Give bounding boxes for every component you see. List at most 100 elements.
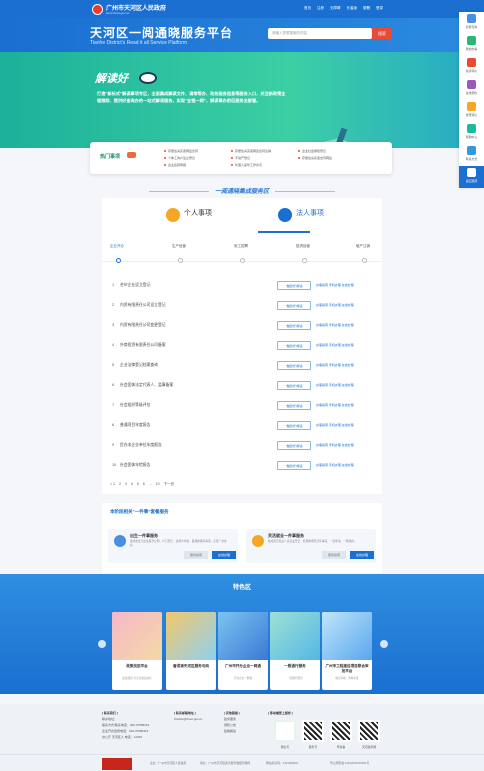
interpret-button[interactable]: “做起式”解读 xyxy=(277,321,311,330)
hot-item[interactable]: 企业社会保险登记 xyxy=(298,149,359,153)
table-row[interactable]: 8 普通项目年度报告 “做起式”解读 办事指南 手机办理 在线办理 xyxy=(110,420,376,432)
hot-item[interactable]: 存量住房买卖网签合同 xyxy=(164,149,225,153)
carousel-prev-icon[interactable] xyxy=(98,640,106,648)
interpret-button[interactable]: “做起式”解读 xyxy=(277,301,311,310)
table-row[interactable]: 1 合伙企业设立登记 “做起式”解读 办事指南 手机办理 在线办理 xyxy=(110,280,376,292)
table-row[interactable]: 6 社会团体法定代表人、监事备案 “做起式”解读 办事指南 手机办理 在线办理 xyxy=(110,380,376,392)
row-name[interactable]: 普通项目年度报告 xyxy=(120,423,150,428)
search-button[interactable]: 搜索 xyxy=(372,28,392,39)
hot-item[interactable]: 不动产登记 xyxy=(231,156,292,160)
table-row[interactable]: 7 社会组织等级评估 “做起式”解读 办事指南 手机办理 在线办理 xyxy=(110,400,376,412)
link-elder[interactable]: 长者版 xyxy=(347,6,358,11)
page-link[interactable]: 10 xyxy=(156,482,160,487)
row-actions[interactable]: 办事指南 手机办理 在线办理 xyxy=(316,343,354,347)
page-ellipsis: ... xyxy=(148,482,152,486)
page-link[interactable]: 5 xyxy=(137,482,139,487)
hot-label: 热门事项 xyxy=(100,154,121,160)
page-link[interactable]: 3 xyxy=(125,482,127,487)
table-row[interactable]: 5 企业法律登记档案查询 “做起式”解读 办事指南 手机办理 在线办理 xyxy=(110,360,376,372)
feature-card[interactable]: 广州市工程建设项目联合审批平台 联合审批、并联审批 xyxy=(322,612,372,690)
table-row[interactable]: 9 民办非企业单位年度报告 “做起式”解读 办事指南 手机办理 在线办理 xyxy=(110,440,376,452)
qr-label: 粤省事 xyxy=(336,745,346,749)
page-link[interactable]: 2 xyxy=(119,482,121,487)
tab-personal[interactable]: 个人事项 xyxy=(184,208,212,218)
page-prev[interactable]: < 1 xyxy=(110,482,115,487)
interpret-button[interactable]: “做起式”解读 xyxy=(277,461,311,470)
row-actions[interactable]: 办事指南 手机办理 在线办理 xyxy=(316,423,354,427)
interpret-button[interactable]: “做起式”解读 xyxy=(277,281,311,290)
row-actions[interactable]: 办事指南 手机办理 在线办理 xyxy=(316,323,354,327)
sidebar-item[interactable]: 效果评价 xyxy=(459,100,484,122)
banner-badge: 解读好 xyxy=(95,73,128,85)
sidebar-item[interactable]: 在线预约 xyxy=(459,78,484,100)
step-hiring[interactable]: 用工招聘 xyxy=(234,244,248,249)
hot-item[interactable]: 存量住房买卖网签合同注销 xyxy=(231,149,292,153)
gov-error-badge-icon[interactable] xyxy=(102,758,132,770)
feature-card[interactable]: 政策找您平台 政策找您-为企业解读扶持 xyxy=(112,612,162,690)
footer-link[interactable]: 政策解读 xyxy=(224,728,240,734)
page-link[interactable]: 4 xyxy=(131,482,133,487)
card-desc: 集成灵活就业人员就业登记、社保参保登记等事项，一表申请，一网通办。 xyxy=(268,540,357,543)
guide-button[interactable]: 服务指南 xyxy=(322,551,346,559)
apply-online-button[interactable]: 在线办理 xyxy=(212,551,236,559)
table-row[interactable]: 4 外商投资有限责任公司备案 “做起式”解读 办事指南 手机办理 在线办理 xyxy=(110,340,376,352)
sidebar-item[interactable]: 投诉评价 xyxy=(459,56,484,78)
hot-item[interactable]: 个体工商户设立登记 xyxy=(164,156,225,160)
step-investment[interactable]: 投资经营 xyxy=(296,244,310,249)
footer-email: [ 联系邮箱地址 ] thzwfw@thnet.gov.cn xyxy=(174,710,202,722)
sidebar-item[interactable]: 帮助中心 xyxy=(459,122,484,144)
row-actions[interactable]: 办事指南 手机办理 在线办理 xyxy=(316,363,354,367)
hot-item[interactable]: 企业名称申报 xyxy=(164,163,225,167)
row-name[interactable]: 合伙企业设立登记 xyxy=(120,283,150,288)
apply-online-button[interactable]: 在线办理 xyxy=(350,551,374,559)
row-name[interactable]: 外商投资有限责任公司备案 xyxy=(120,343,166,348)
link-traditional[interactable]: 繁體 xyxy=(363,6,370,11)
footer-email-address[interactable]: thzwfw@thnet.gov.cn xyxy=(174,716,202,722)
interpret-button[interactable]: “做起式”解读 xyxy=(277,381,311,390)
hot-item[interactable]: 外国人来华工作许可 xyxy=(231,163,292,167)
interpret-button[interactable]: “做起式”解读 xyxy=(277,341,311,350)
sidebar-item[interactable]: 我的办事 xyxy=(459,34,484,56)
interpret-button[interactable]: “做起式”解读 xyxy=(277,421,311,430)
page-link[interactable]: 6 xyxy=(143,482,145,487)
link-home[interactable]: 首页 xyxy=(304,6,311,11)
row-actions[interactable]: 办事指南 手机办理 在线办理 xyxy=(316,463,354,467)
interpret-button[interactable]: “做起式”解读 xyxy=(277,441,311,450)
step-closure[interactable]: 破产注销 xyxy=(356,244,370,249)
interpret-button[interactable]: “做起式”解读 xyxy=(277,401,311,410)
table-row[interactable]: 10 社会团体年检报告 “做起式”解读 办事指南 手机办理 在线办理 xyxy=(110,460,376,472)
row-actions[interactable]: 办事指南 手机办理 在线办理 xyxy=(316,443,354,447)
step-start-business[interactable]: 企业开办 xyxy=(110,244,124,249)
row-name[interactable]: 民办非企业单位年度报告 xyxy=(120,443,162,448)
guide-button[interactable]: 服务指南 xyxy=(184,551,208,559)
sidebar-item[interactable]: 智能咨询 xyxy=(459,12,484,34)
row-name[interactable]: 社会团体法定代表人、监事备案 xyxy=(120,383,173,388)
row-name[interactable]: 社会组织等级评估 xyxy=(120,403,150,408)
row-actions[interactable]: 办事指南 手机办理 在线办理 xyxy=(316,383,354,387)
feature-card[interactable]: 广州市开办企业一网通 开办企业一网通 xyxy=(218,612,268,690)
tab-legal-person[interactable]: 法人事项 xyxy=(296,208,324,218)
link-login[interactable]: 登录 xyxy=(376,6,383,11)
interpret-button[interactable]: “做起式”解读 xyxy=(277,361,311,370)
link-accessibility[interactable]: 无障碍 xyxy=(330,6,341,11)
search-input[interactable]: 请输入您想搜索的内容 xyxy=(268,28,372,39)
row-actions[interactable]: 办事指南 手机办理 在线办理 xyxy=(316,403,354,407)
row-name[interactable]: 内资有限责任公司设立登记 xyxy=(120,303,166,308)
row-actions[interactable]: 办事指南 手机办理 在线办理 xyxy=(316,283,354,287)
page-next[interactable]: 下一页 xyxy=(164,482,175,487)
row-name[interactable]: 社会团体年检报告 xyxy=(120,463,150,468)
back-to-top-button[interactable]: 返回顶部 xyxy=(459,166,484,188)
step-operation[interactable]: 生产经营 xyxy=(172,244,186,249)
row-number: 5 xyxy=(112,363,115,367)
sidebar-item[interactable]: 联系方式 xyxy=(459,144,484,166)
feature-card[interactable]: 看得清天河区服务与码 xyxy=(166,612,216,690)
row-name[interactable]: 企业法律登记档案查询 xyxy=(120,363,158,368)
hot-item[interactable]: 存量住房买卖合同网签 xyxy=(298,156,359,160)
table-row[interactable]: 3 内资有限责任公司变更登记 “做起式”解读 办事指南 手机办理 在线办理 xyxy=(110,320,376,332)
link-register[interactable]: 注册 xyxy=(317,6,324,11)
feature-card[interactable]: 一照通行服务 一照通行服务 xyxy=(270,612,320,690)
row-name[interactable]: 内资有限责任公司变更登记 xyxy=(120,323,166,328)
table-row[interactable]: 2 内资有限责任公司设立登记 “做起式”解读 办事指南 手机办理 在线办理 xyxy=(110,300,376,312)
carousel-next-icon[interactable] xyxy=(380,640,388,648)
row-actions[interactable]: 办事指南 手机办理 在线办理 xyxy=(316,303,354,307)
